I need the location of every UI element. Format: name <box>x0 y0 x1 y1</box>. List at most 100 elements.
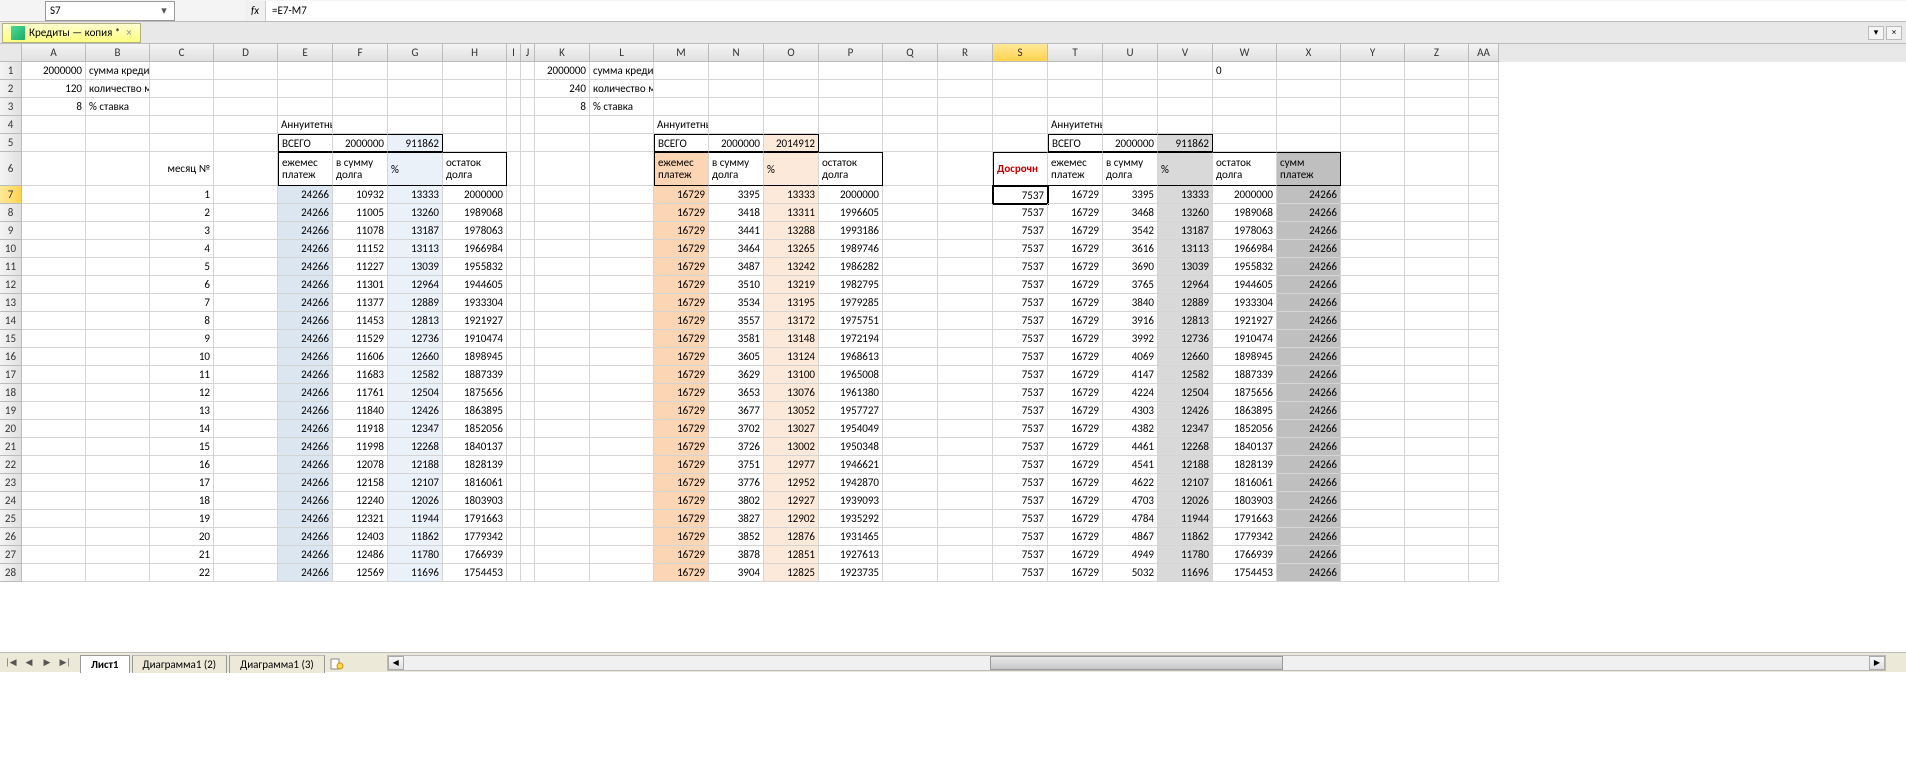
cell[interactable]: 3702 <box>709 420 764 438</box>
cell[interactable]: 16729 <box>654 258 709 276</box>
cell[interactable]: 24266 <box>278 240 333 258</box>
cell[interactable] <box>1469 312 1499 330</box>
cell[interactable] <box>22 366 86 384</box>
cell[interactable] <box>22 492 86 510</box>
cell[interactable] <box>1405 222 1469 240</box>
cell[interactable]: 13027 <box>764 420 819 438</box>
cell[interactable] <box>22 186 86 204</box>
cell[interactable] <box>1158 98 1213 116</box>
cell[interactable] <box>22 330 86 348</box>
cell[interactable] <box>1469 510 1499 528</box>
cell[interactable]: 12813 <box>388 312 443 330</box>
cell[interactable] <box>22 456 86 474</box>
cell[interactable]: 3605 <box>709 348 764 366</box>
cell[interactable]: 16729 <box>654 564 709 582</box>
cell[interactable]: 24266 <box>278 438 333 456</box>
cell[interactable] <box>507 186 521 204</box>
cell[interactable]: 11005 <box>333 204 388 222</box>
cell[interactable] <box>1405 528 1469 546</box>
cell[interactable] <box>1103 62 1158 80</box>
cell[interactable]: 12977 <box>764 456 819 474</box>
cell[interactable]: 1816061 <box>1213 474 1277 492</box>
cell[interactable]: 4303 <box>1103 402 1158 420</box>
cell[interactable]: 24266 <box>278 564 333 582</box>
cell[interactable] <box>590 492 654 510</box>
cell[interactable] <box>938 312 993 330</box>
cell[interactable]: 1887339 <box>443 366 507 384</box>
column-header-AA[interactable]: AA <box>1469 44 1499 62</box>
cell[interactable]: 12158 <box>333 474 388 492</box>
cell[interactable] <box>22 204 86 222</box>
cell[interactable] <box>214 204 278 222</box>
row-header-15[interactable]: 15 <box>0 330 22 348</box>
cell[interactable] <box>214 510 278 528</box>
cell[interactable] <box>535 294 590 312</box>
cell[interactable] <box>993 80 1048 98</box>
cell[interactable] <box>507 420 521 438</box>
cell[interactable]: 2000000 <box>1213 186 1277 204</box>
cell[interactable] <box>22 276 86 294</box>
cell[interactable]: 12268 <box>1158 438 1213 456</box>
cell[interactable]: остаток долга <box>1213 152 1277 186</box>
cell[interactable] <box>214 438 278 456</box>
cell[interactable] <box>1341 240 1405 258</box>
cell[interactable] <box>1405 510 1469 528</box>
cell[interactable] <box>883 258 938 276</box>
column-header-D[interactable]: D <box>214 44 278 62</box>
cell[interactable] <box>535 330 590 348</box>
cell[interactable] <box>590 152 654 186</box>
cell[interactable] <box>938 152 993 186</box>
cell[interactable] <box>1213 134 1277 152</box>
cell[interactable] <box>883 330 938 348</box>
cell[interactable] <box>1469 564 1499 582</box>
cell[interactable] <box>1469 528 1499 546</box>
cell[interactable] <box>86 312 150 330</box>
cell[interactable] <box>150 116 214 134</box>
row-header-28[interactable]: 28 <box>0 564 22 582</box>
cell[interactable]: 12582 <box>1158 366 1213 384</box>
cell[interactable] <box>883 222 938 240</box>
cell[interactable] <box>214 546 278 564</box>
cell[interactable] <box>1405 116 1469 134</box>
cell[interactable] <box>1405 186 1469 204</box>
cell[interactable] <box>1405 546 1469 564</box>
cell[interactable] <box>883 348 938 366</box>
cell[interactable]: 24266 <box>278 348 333 366</box>
cell[interactable]: 1946621 <box>819 456 883 474</box>
row-header-25[interactable]: 25 <box>0 510 22 528</box>
cell[interactable]: 1828139 <box>443 456 507 474</box>
cell[interactable]: 11780 <box>1158 546 1213 564</box>
cell[interactable]: 13172 <box>764 312 819 330</box>
cell[interactable]: 3802 <box>709 492 764 510</box>
cell[interactable]: 1978063 <box>1213 222 1277 240</box>
cell[interactable]: 12851 <box>764 546 819 564</box>
cell[interactable] <box>590 438 654 456</box>
column-header-W[interactable]: W <box>1213 44 1277 62</box>
cell[interactable]: 16729 <box>654 348 709 366</box>
cell[interactable] <box>388 62 443 80</box>
cell[interactable] <box>388 98 443 116</box>
cell[interactable]: 12825 <box>764 564 819 582</box>
column-header-U[interactable]: U <box>1103 44 1158 62</box>
cell[interactable] <box>590 294 654 312</box>
cell[interactable] <box>590 258 654 276</box>
cell[interactable]: 16729 <box>654 366 709 384</box>
cell[interactable] <box>1469 134 1499 152</box>
cell[interactable]: 24266 <box>1277 276 1341 294</box>
cell[interactable]: 12736 <box>1158 330 1213 348</box>
cell[interactable]: 12026 <box>388 492 443 510</box>
cell[interactable]: 3677 <box>709 402 764 420</box>
cell[interactable]: 1950348 <box>819 438 883 456</box>
cell[interactable]: 13187 <box>1158 222 1213 240</box>
cell[interactable]: 2000000 <box>333 134 388 152</box>
cell[interactable]: 16729 <box>1048 384 1103 402</box>
cell[interactable] <box>993 98 1048 116</box>
cell[interactable]: 7537 <box>993 438 1048 456</box>
cell[interactable] <box>938 402 993 420</box>
cell[interactable] <box>507 546 521 564</box>
cell[interactable]: 12240 <box>333 492 388 510</box>
cell[interactable]: 1933304 <box>1213 294 1277 312</box>
cell[interactable]: 1910474 <box>1213 330 1277 348</box>
cell[interactable] <box>590 474 654 492</box>
cell[interactable]: 12347 <box>388 420 443 438</box>
